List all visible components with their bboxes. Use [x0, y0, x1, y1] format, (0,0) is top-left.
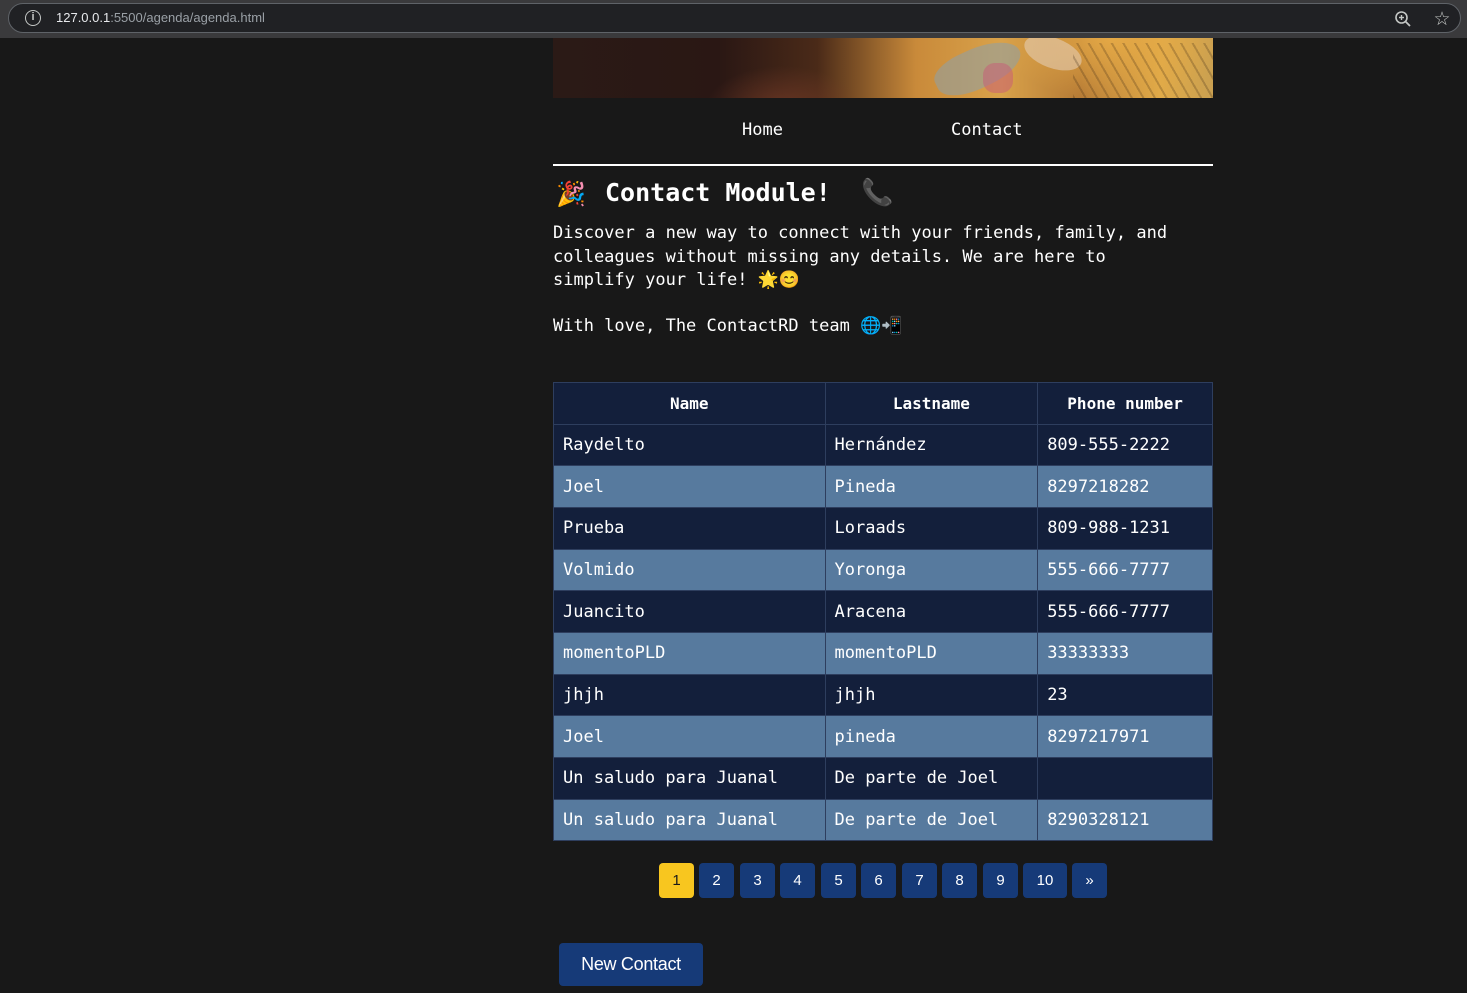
team-signature: With love, The ContactRD team 🌐📲	[553, 315, 903, 336]
page-button-9[interactable]: 9	[983, 863, 1018, 899]
cell-lastname: Hernández	[824, 423, 1039, 467]
cell-phone: 8290328121	[1037, 798, 1213, 842]
cell-lastname: jhjh	[824, 673, 1039, 717]
cell-lastname: De parte de Joel	[824, 757, 1039, 800]
main-nav: Home Contact	[553, 98, 1213, 166]
cell-name: Juancito	[553, 590, 826, 633]
cell-lastname: Pineda	[824, 465, 1039, 508]
cell-phone: 555-666-7777	[1037, 548, 1213, 592]
cell-name: Joel	[553, 715, 826, 758]
url-path: :5500/agenda/agenda.html	[110, 10, 265, 25]
new-contact-button[interactable]: New Contact	[559, 943, 703, 986]
page-title-row: 🎉 Contact Module! 📞	[553, 166, 1213, 222]
table-row[interactable]: Raydelto Hernández 809-555-2222	[553, 423, 1213, 467]
page-title: Contact Module!	[605, 178, 831, 207]
hero-map-shape	[928, 38, 1028, 98]
table-row[interactable]: Juancito Aracena 555-666-7777	[553, 590, 1213, 633]
table-row[interactable]: momentoPLD momentoPLD 33333333	[553, 631, 1213, 675]
cell-phone: 8297217971	[1037, 715, 1213, 758]
cell-name: Volmido	[553, 548, 826, 592]
table-row[interactable]: Joel pineda 8297217971	[553, 715, 1213, 758]
page-button-4[interactable]: 4	[780, 863, 815, 899]
party-popper-icon: 🎉	[556, 180, 586, 208]
hero-map-shape	[983, 63, 1013, 93]
page-button-3[interactable]: 3	[740, 863, 775, 899]
page-button-5[interactable]: 5	[821, 863, 856, 899]
site-info-icon[interactable]: i	[25, 10, 41, 26]
cell-name: jhjh	[553, 673, 826, 717]
column-header-name: Name	[553, 381, 826, 425]
cell-lastname: Aracena	[824, 590, 1039, 633]
nav-contact-link[interactable]: Contact	[951, 120, 1023, 140]
page-button-6[interactable]: 6	[861, 863, 896, 899]
table-header-row: Name Lastname Phone number	[553, 381, 1213, 425]
cell-lastname: Loraads	[824, 506, 1039, 550]
cell-name: Un saludo para Juanal	[553, 798, 826, 842]
hero-map-texture	[1073, 43, 1213, 98]
cell-name: Raydelto	[553, 423, 826, 467]
cell-name: Joel	[553, 465, 826, 508]
cell-phone: 809-555-2222	[1037, 423, 1213, 467]
column-header-phone: Phone number	[1037, 381, 1213, 425]
cell-phone: 8297218282	[1037, 465, 1213, 508]
next-page-button[interactable]: »	[1072, 863, 1107, 899]
table-row[interactable]: Volmido Yoronga 555-666-7777	[553, 548, 1213, 592]
intro-paragraph: Discover a new way to connect with your …	[553, 223, 1168, 290]
page-content: Home Contact 🎉 Contact Module! 📞 Discove…	[553, 38, 1213, 986]
bookmark-star-icon[interactable]: ☆	[1431, 8, 1453, 30]
url-host: 127.0.0.1	[56, 10, 111, 25]
nav-home-link[interactable]: Home	[742, 120, 783, 140]
page-button-7[interactable]: 7	[902, 863, 937, 899]
cell-lastname: Yoronga	[824, 548, 1039, 592]
cell-phone: 23	[1037, 673, 1213, 717]
cell-name: Un saludo para Juanal	[553, 757, 826, 800]
cell-name: momentoPLD	[553, 631, 826, 675]
column-header-lastname: Lastname	[824, 381, 1039, 425]
table-row[interactable]: Un saludo para Juanal De parte de Joel 8…	[553, 798, 1213, 842]
zoom-icon[interactable]	[1394, 10, 1412, 28]
cell-phone: 555-666-7777	[1037, 590, 1213, 633]
cell-phone: 33333333	[1037, 631, 1213, 675]
contacts-table-wrapper: Name Lastname Phone number Raydelto Hern…	[553, 381, 1213, 842]
cell-phone: 809-988-1231	[1037, 506, 1213, 550]
address-bar[interactable]: i 127.0.0.1:5500/agenda/agenda.html ☆	[8, 3, 1461, 33]
table-row[interactable]: Prueba Loraads 809-988-1231	[553, 506, 1213, 550]
hero-banner-image	[553, 38, 1213, 98]
cell-phone	[1037, 757, 1213, 800]
phone-icon: 📞	[861, 178, 894, 208]
page-button-1[interactable]: 1	[659, 863, 694, 899]
table-row[interactable]: Un saludo para Juanal De parte de Joel	[553, 757, 1213, 800]
table-row[interactable]: jhjh jhjh 23	[553, 673, 1213, 717]
page-button-2[interactable]: 2	[699, 863, 734, 899]
cell-lastname: De parte de Joel	[824, 798, 1039, 842]
page-button-8[interactable]: 8	[942, 863, 977, 899]
url-text[interactable]: 127.0.0.1:5500/agenda/agenda.html	[56, 10, 265, 25]
cell-name: Prueba	[553, 506, 826, 550]
page-button-10[interactable]: 10	[1023, 863, 1067, 899]
cell-lastname: momentoPLD	[824, 631, 1039, 675]
table-row[interactable]: Joel Pineda 8297218282	[553, 465, 1213, 508]
contacts-table: Name Lastname Phone number Raydelto Hern…	[553, 381, 1213, 842]
browser-toolbar: i 127.0.0.1:5500/agenda/agenda.html ☆	[0, 0, 1467, 38]
pagination: 1 2 3 4 5 6 7 8 9 10 »	[553, 841, 1213, 915]
cell-lastname: pineda	[824, 715, 1039, 758]
